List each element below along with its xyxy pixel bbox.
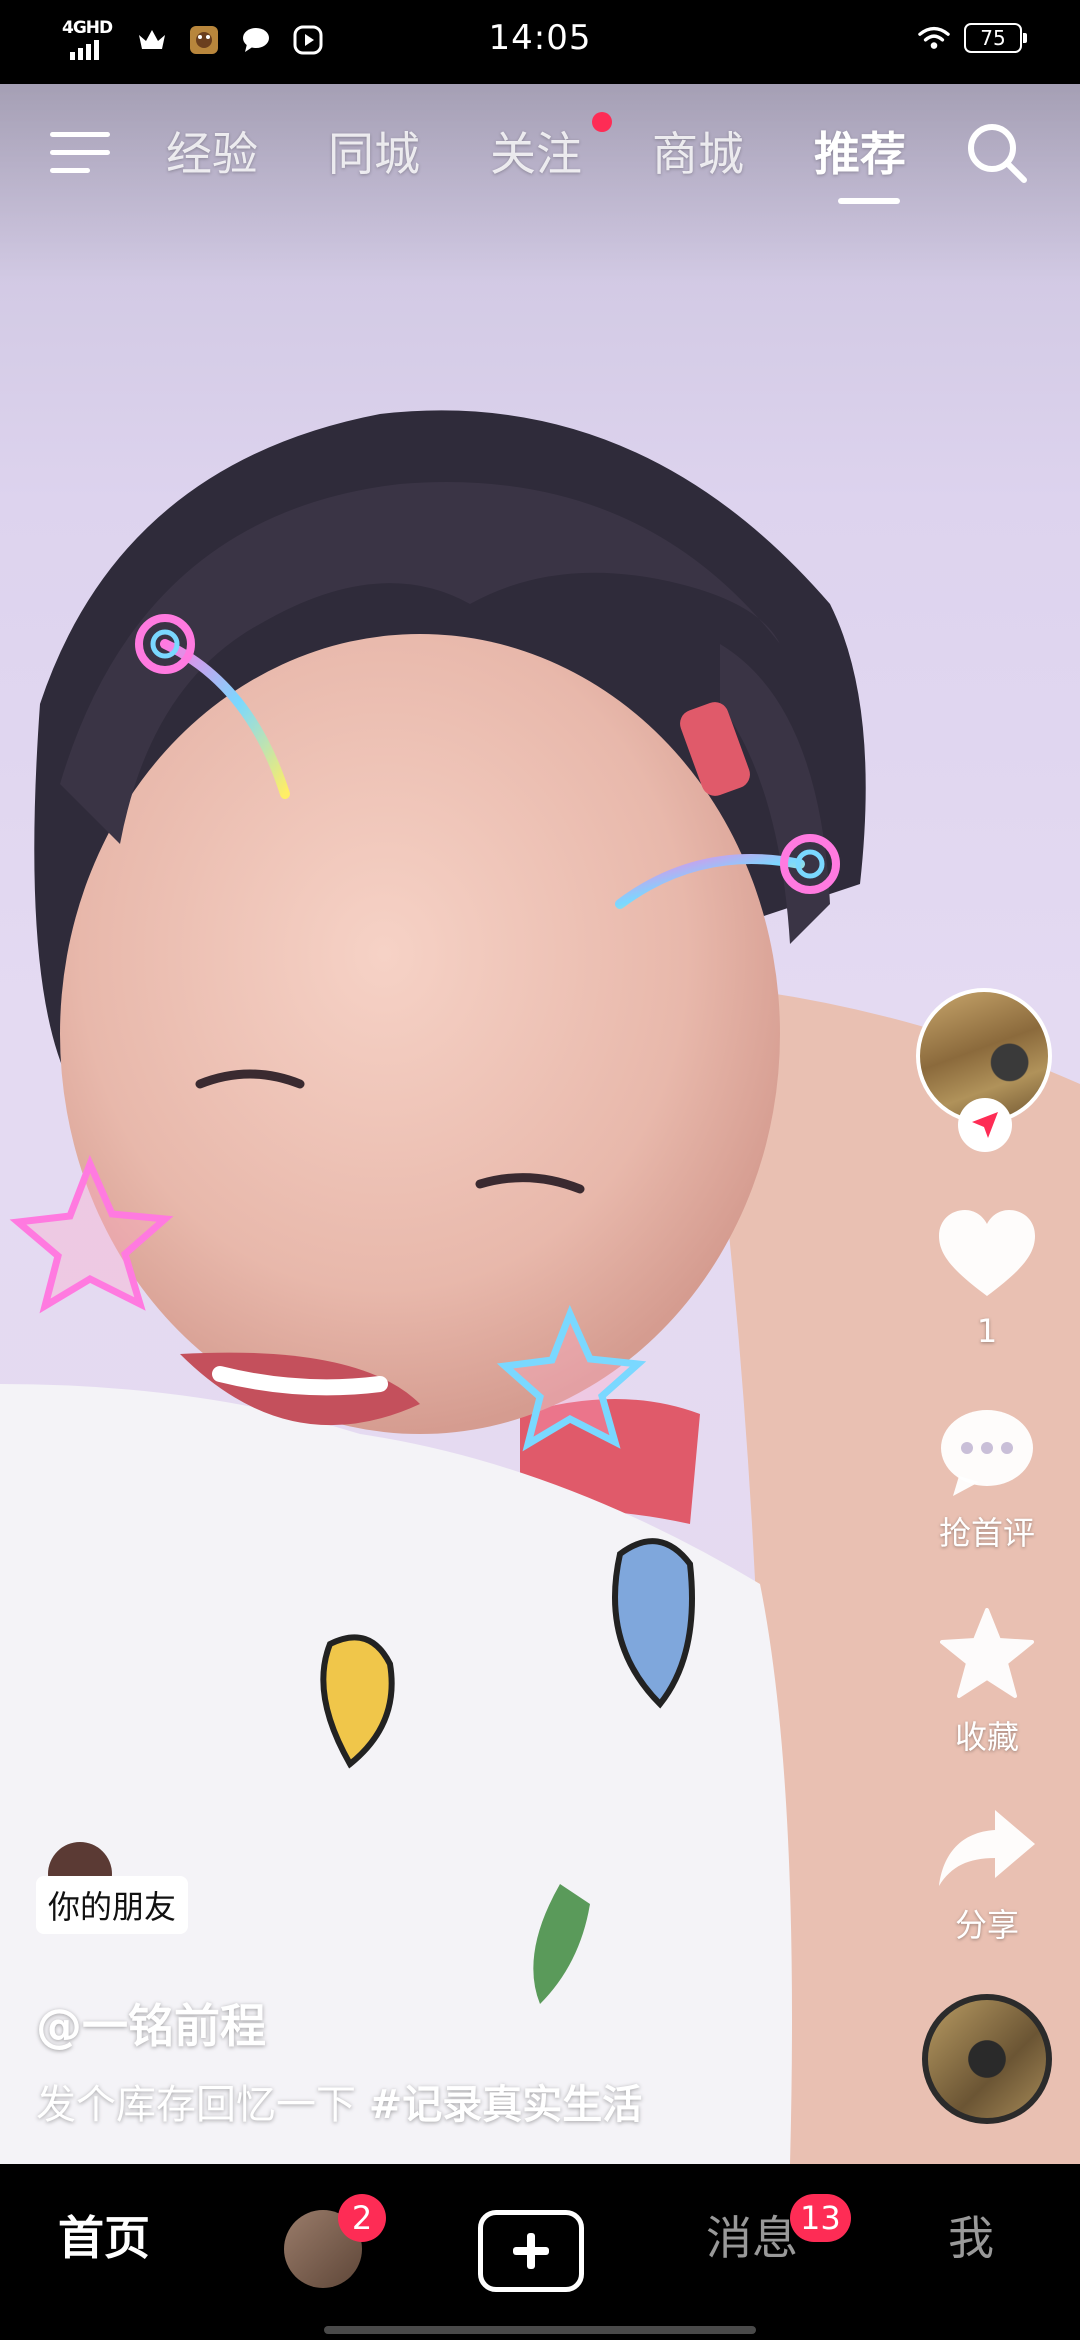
battery-level: 75 [980, 26, 1006, 50]
comment-label: 抢首评 [938, 1514, 1035, 1552]
author-name[interactable]: @一铭前程 [36, 1990, 266, 2056]
tab-mall[interactable]: 商城 [652, 118, 744, 184]
tab-following[interactable]: 关注 [490, 118, 582, 184]
friends-badge: 2 [338, 2194, 386, 2242]
status-right-icons: 75 [918, 22, 1027, 54]
tab-recommended[interactable]: 推荐 [814, 118, 906, 184]
like-button[interactable]: 1 [922, 1206, 1052, 1350]
menu-icon[interactable] [50, 126, 116, 176]
status-bar: 4GHD 14:05 75 [0, 0, 1080, 84]
hashtag-link[interactable]: #记录真实生活 [369, 2082, 643, 2128]
battery-icon: 75 [964, 23, 1027, 53]
friend-tag: 你的朋友 [36, 1876, 189, 1934]
create-post-button[interactable] [478, 2210, 584, 2292]
search-icon[interactable] [962, 118, 1032, 188]
following-notification-dot [592, 112, 612, 132]
video-description: 发个库存回忆一下 #记录真实生活 [36, 2072, 642, 2130]
tab-nearby[interactable]: 同城 [328, 118, 420, 184]
follow-button[interactable] [958, 1098, 1012, 1152]
tab-experience[interactable]: 经验 [166, 118, 258, 184]
creator-avatar-group[interactable] [916, 988, 1056, 1154]
description-text: 发个库存回忆一下 [36, 2082, 356, 2128]
music-disc[interactable] [922, 1994, 1052, 2124]
share-button[interactable]: 分享 [922, 1806, 1052, 1946]
star-icon [940, 1608, 1034, 1698]
messages-badge: 13 [790, 2194, 851, 2242]
nav-me[interactable]: 我 [948, 2202, 994, 2268]
nav-home[interactable]: 首页 [58, 2202, 150, 2268]
send-arrow-icon [972, 1112, 998, 1138]
active-tab-indicator [838, 198, 900, 204]
favorite-label: 收藏 [954, 1718, 1019, 1756]
wifi-icon [918, 22, 950, 54]
nav-messages[interactable]: 消息 [706, 2202, 798, 2268]
app-root: 4GHD 14:05 75 经验 同城 关注 商城 推荐 1 抢首评 收藏 分享… [0, 0, 1080, 2340]
share-arrow-icon [939, 1810, 1035, 1886]
like-count: 1 [976, 1312, 998, 1350]
bottom-nav: 首页 2 消息 13 我 [0, 2164, 1080, 2340]
favorite-button[interactable]: 收藏 [922, 1606, 1052, 1758]
share-label: 分享 [954, 1906, 1019, 1944]
home-indicator [324, 2326, 756, 2334]
plus-icon [513, 2233, 549, 2269]
top-nav: 经验 同城 关注 商城 推荐 [0, 84, 1080, 214]
comment-bubble-icon [941, 1410, 1033, 1496]
comment-button[interactable]: 抢首评 [922, 1406, 1052, 1554]
heart-icon [939, 1210, 1035, 1296]
